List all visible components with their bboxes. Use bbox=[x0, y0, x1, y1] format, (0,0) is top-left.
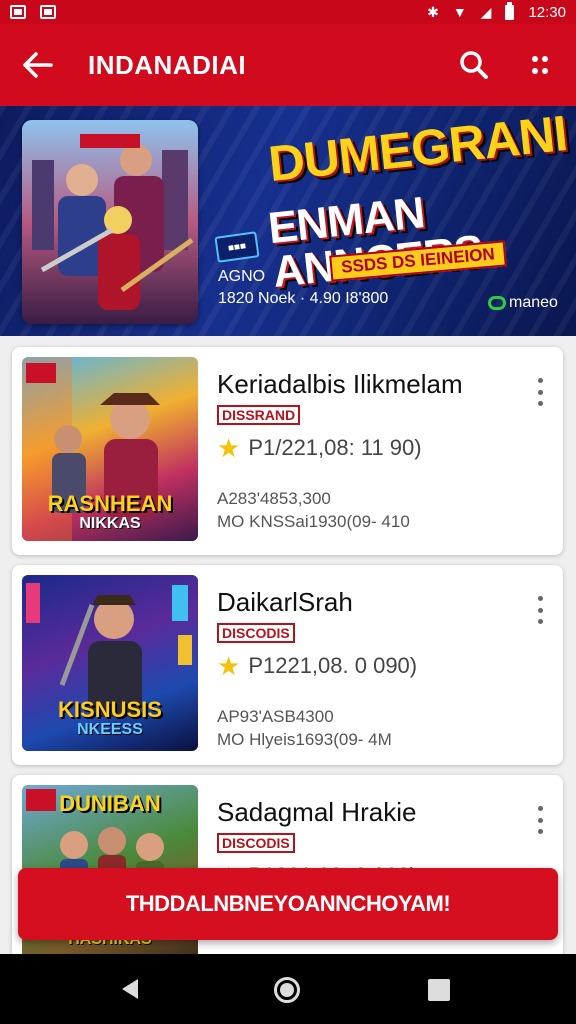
thumbnail-subtitle: NIKKAS bbox=[79, 515, 141, 532]
thumbnail-subtitle: NKEESS bbox=[77, 721, 143, 738]
brand-logo-icon bbox=[488, 296, 506, 310]
dot-icon bbox=[537, 817, 543, 823]
star-icon: ★ bbox=[217, 433, 241, 463]
dot-icon bbox=[537, 829, 543, 834]
card-overflow-menu[interactable] bbox=[528, 803, 552, 837]
more-dots-icon bbox=[532, 56, 548, 74]
screen: ✱ ▼ ◢ 12:30 INDANADIAI ■■■ DUMEGRANI ENM… bbox=[0, 0, 576, 1024]
thumbnail-title: DUNIBAN bbox=[59, 791, 161, 816]
game-tag: DISSRAND bbox=[217, 405, 301, 425]
image-notification-icon bbox=[40, 5, 56, 19]
game-card[interactable]: KISNUSIS NKEESS DaikarlSrah DISCODIS ★ P… bbox=[12, 565, 563, 765]
game-title: Keriadalbis Ilikmelam bbox=[217, 369, 463, 399]
game-thumbnail: KISNUSIS NKEESS bbox=[22, 575, 198, 751]
signal-icon: ◢ bbox=[480, 4, 492, 20]
banner-info-line1: AGNO bbox=[218, 268, 266, 285]
search-button[interactable] bbox=[452, 45, 496, 85]
back-button[interactable] bbox=[0, 24, 76, 106]
game-title: Sadagmal Hrakie bbox=[217, 797, 417, 827]
card-overflow-menu[interactable] bbox=[528, 593, 552, 627]
game-rating: ★ P1/221,08: 11 90) bbox=[217, 435, 422, 461]
banner-brand-text: maneo bbox=[509, 294, 558, 311]
dot-icon bbox=[537, 596, 543, 601]
dot-icon bbox=[537, 401, 543, 406]
game-card[interactable]: RASNHEAN NIKKAS Keriadalbis Ilikmelam DI… bbox=[12, 347, 563, 555]
thumbnail-title: KISNUSIS bbox=[58, 697, 162, 722]
dot-icon bbox=[537, 389, 543, 395]
game-rating-text: P1/221,08: 11 90) bbox=[248, 435, 422, 460]
card-overflow-menu[interactable] bbox=[528, 375, 552, 409]
thumbnail-title: RASNHEAN bbox=[47, 491, 173, 516]
game-thumbnail: RASNHEAN NIKKAS bbox=[22, 357, 198, 541]
battery-icon bbox=[505, 1, 515, 20]
game-title: DaikarlSrah bbox=[217, 587, 353, 617]
dot-icon bbox=[537, 619, 543, 624]
nav-back-icon[interactable] bbox=[118, 977, 142, 1001]
game-meta-line1: AP93'ASB4300 bbox=[217, 707, 334, 726]
app-title: INDANADIAI bbox=[88, 49, 247, 80]
game-meta-line2: MO KNSSai1930(09- 410 bbox=[217, 512, 410, 531]
game-meta-line2: MO Hlyeis1693(09- 4M bbox=[217, 730, 392, 749]
search-icon bbox=[460, 51, 488, 79]
game-rating-text: P1221,08. 0 090) bbox=[248, 653, 418, 678]
notification-icon bbox=[10, 5, 26, 19]
app-bar: INDANADIAI bbox=[0, 24, 576, 106]
game-meta-line1: A283'4853,300 bbox=[217, 489, 331, 508]
star-icon: ★ bbox=[217, 651, 241, 681]
nav-home-icon[interactable] bbox=[274, 977, 300, 1003]
dot-icon bbox=[537, 378, 543, 383]
nav-recents-icon[interactable] bbox=[428, 979, 450, 1001]
banner-game-art bbox=[22, 120, 198, 324]
game-tag: DISCODIS bbox=[217, 833, 295, 853]
primary-action-button[interactable]: THDDALNBNEYOANNCHOYAM! bbox=[18, 868, 558, 940]
system-nav-bar bbox=[0, 954, 576, 1024]
arrow-left-icon bbox=[23, 52, 53, 78]
banner-info-line2: 1820 Noek · 4.90 I8'800 bbox=[218, 290, 389, 307]
dot-icon bbox=[537, 806, 543, 811]
banner-brand: maneo bbox=[488, 294, 558, 312]
game-rating: ★ P1221,08. 0 090) bbox=[217, 653, 417, 679]
dot-icon bbox=[537, 607, 543, 613]
status-bar: ✱ ▼ ◢ 12:30 bbox=[0, 0, 576, 24]
featured-banner[interactable]: ■■■ DUMEGRANI ENMAN ANNCERS SSDS DS IEIN… bbox=[0, 106, 576, 336]
more-options-button[interactable] bbox=[518, 45, 562, 85]
status-time: 12:30 bbox=[528, 3, 566, 21]
bluetooth-icon: ✱ bbox=[427, 4, 439, 20]
wifi-icon: ▼ bbox=[452, 4, 467, 20]
game-tag: DISCODIS bbox=[217, 623, 295, 643]
